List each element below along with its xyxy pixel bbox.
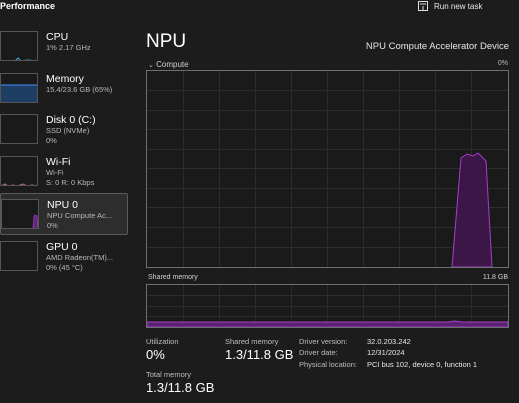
compute-max-label: 0% <box>497 60 508 67</box>
driver-version-value: 32.0.203.242 <box>367 337 411 346</box>
run-new-task-label: Run new task <box>434 1 483 11</box>
shared-memory-label: Shared memory <box>225 337 279 346</box>
driver-date-label: Driver date: <box>299 348 338 357</box>
sidebar-item-npu[interactable]: NPU 0 NPU Compute Ac... 0% <box>0 193 128 235</box>
sidebar-item-disk[interactable]: Disk 0 (C:) SSD (NVMe) 0% <box>0 109 128 151</box>
memory-thumbnail <box>0 73 38 103</box>
chevron-down-icon: ⌄ <box>148 62 154 69</box>
sidebar-item-detail: 15.4/23.6 GB (65%) <box>46 85 113 94</box>
utilization-value: 0% <box>146 347 165 362</box>
shared-memory-max-label: 11.8 GB <box>482 274 508 281</box>
wifi-thumbnail <box>0 156 38 186</box>
driver-version-label: Driver version: <box>299 337 348 346</box>
run-new-task-button[interactable]: Run new task <box>418 0 482 12</box>
cpu-thumbnail <box>0 31 38 61</box>
shared-memory-graph <box>146 284 509 328</box>
compute-graph <box>146 70 509 268</box>
shared-memory-usage-area <box>146 320 509 328</box>
compute-usage-spike <box>451 152 493 268</box>
sidebar-item-detail: NPU Compute Ac... <box>47 211 113 220</box>
device-type-title: NPU <box>146 31 187 52</box>
sidebar-item-name: Wi-Fi <box>46 156 71 168</box>
disk-thumbnail <box>0 114 38 144</box>
sidebar-item-value: 0% (45 °C) <box>46 262 83 272</box>
sidebar-item-memory[interactable]: Memory 15.4/23.6 GB (65%) <box>0 68 128 110</box>
sidebar-item-name: GPU 0 <box>46 241 78 253</box>
sidebar-item-cpu[interactable]: CPU 1% 2.17 GHz <box>0 26 128 68</box>
sidebar-item-detail: Wi-Fi <box>46 168 64 177</box>
physical-location-label: Physical location: <box>299 360 357 369</box>
sidebar-item-gpu[interactable]: GPU 0 AMD Radeon(TM)... 0% (45 °C) <box>0 236 128 278</box>
total-memory-value: 1.3/11.8 GB <box>146 380 215 395</box>
gpu-thumbnail <box>0 241 38 271</box>
sidebar-item-name: Disk 0 (C:) <box>46 114 96 126</box>
sidebar-item-wifi[interactable]: Wi-Fi Wi-Fi S: 0 R: 0 Kbps <box>0 151 128 193</box>
sidebar-item-name: Memory <box>46 73 84 85</box>
total-memory-label: Total memory <box>146 370 192 379</box>
sidebar-item-name: NPU 0 <box>47 199 78 211</box>
sidebar-item-name: CPU <box>46 31 69 43</box>
physical-location-value: PCI bus 102, device 0, function 1 <box>367 360 478 369</box>
npu-thumbnail <box>1 199 39 229</box>
sidebar-item-detail: 1% 2.17 GHz <box>46 43 91 52</box>
title-bar: Performance Run new task <box>0 0 519 14</box>
page-title: Performance <box>0 1 56 11</box>
sidebar-item-detail: SSD (NVMe) <box>46 126 90 135</box>
compute-label: Compute <box>156 60 189 69</box>
shared-memory-value: 1.3/11.8 GB <box>225 347 294 362</box>
compute-graph-selector[interactable]: ⌄ Compute <box>148 60 189 69</box>
sidebar-item-value: 0% <box>46 135 57 145</box>
run-task-icon <box>418 1 428 11</box>
sidebar-item-value: 0% <box>47 220 58 230</box>
sidebar-item-value: S: 0 R: 0 Kbps <box>46 177 95 187</box>
driver-date-value: 12/31/2024 <box>367 348 405 357</box>
shared-memory-graph-label: Shared memory <box>148 274 198 281</box>
device-name: NPU Compute Accelerator Device <box>365 41 509 52</box>
sidebar-item-detail: AMD Radeon(TM)... <box>46 253 114 262</box>
utilization-label: Utilization <box>146 337 179 346</box>
